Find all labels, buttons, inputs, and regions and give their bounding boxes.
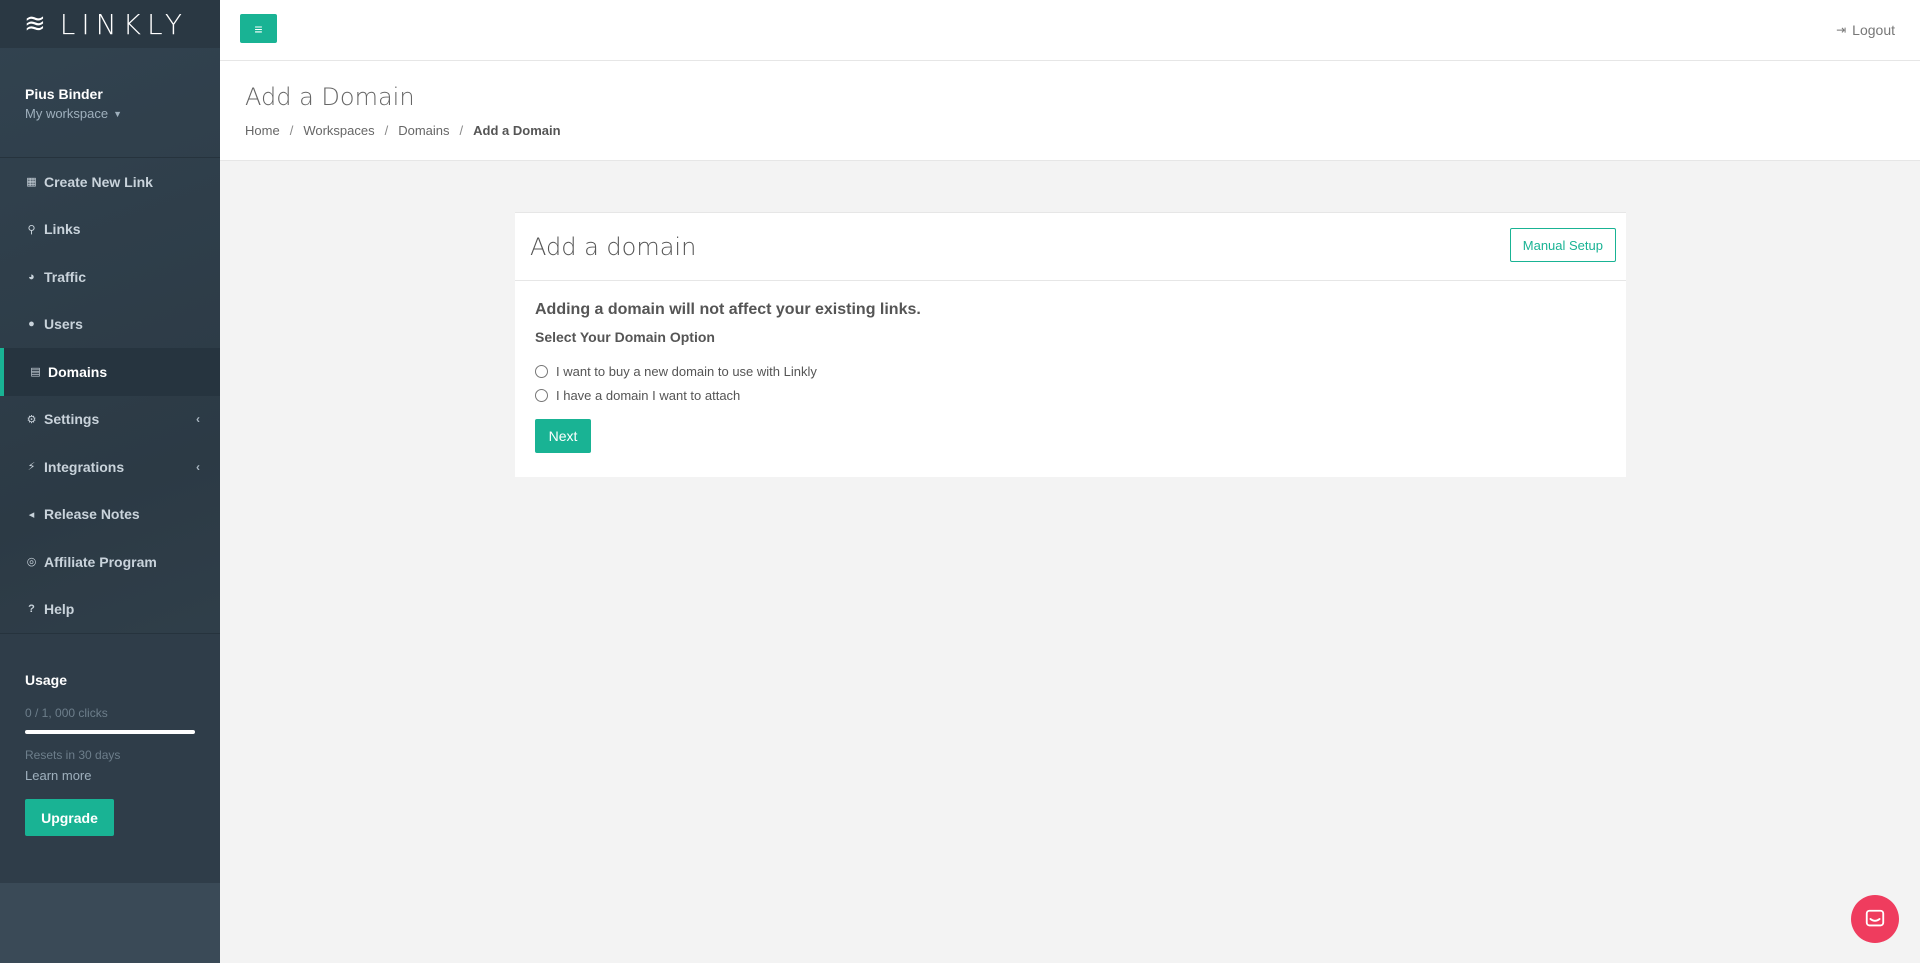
plug-icon: ⚡ bbox=[27, 461, 36, 474]
next-button[interactable]: Next bbox=[535, 419, 591, 453]
bullhorn-icon: ◂ bbox=[28, 508, 35, 521]
add-domain-card: Add a domain Manual Setup Adding a domai… bbox=[515, 212, 1626, 477]
domain-options: I want to buy a new domain to use with L… bbox=[535, 359, 1626, 407]
breadcrumb-home[interactable]: Home bbox=[245, 123, 280, 138]
chat-launcher-button[interactable] bbox=[1851, 895, 1899, 943]
logo[interactable]: ≋ LINKLY bbox=[0, 0, 220, 48]
link-icon: ⚲ bbox=[27, 223, 36, 236]
sidebar-item-traffic[interactable]: ◕ Traffic bbox=[0, 253, 220, 301]
usage-clicks: 0 / 1, 000 clicks bbox=[25, 706, 108, 720]
upgrade-button[interactable]: Upgrade bbox=[25, 799, 114, 836]
sidebar-item-label: Help bbox=[44, 601, 75, 618]
user-block: Pius Binder My workspace ▼ bbox=[0, 48, 220, 158]
option-attach-domain[interactable]: I have a domain I want to attach bbox=[535, 383, 1626, 407]
page-header: Add a Domain Home / Workspaces / Domains… bbox=[220, 61, 1920, 161]
breadcrumb-current: Add a Domain bbox=[473, 123, 561, 138]
usage-progress-bar bbox=[25, 730, 195, 734]
caret-down-icon: ▼ bbox=[113, 108, 122, 119]
sidebar-item-label: Create New Link bbox=[44, 173, 153, 190]
radio-attach-domain[interactable] bbox=[535, 388, 548, 402]
chevron-left-icon: ‹ bbox=[196, 412, 200, 427]
chevron-left-icon: ‹ bbox=[196, 459, 200, 474]
logo-text: LINKLY bbox=[59, 7, 188, 41]
card-header: Add a domain Manual Setup bbox=[515, 213, 1626, 281]
domain-notice: Adding a domain will not affect your exi… bbox=[535, 301, 921, 318]
breadcrumb-domains[interactable]: Domains bbox=[398, 123, 449, 138]
breadcrumb-separator: / bbox=[289, 123, 294, 138]
breadcrumb-separator: / bbox=[459, 123, 464, 138]
workspace-dropdown[interactable]: My workspace ▼ bbox=[25, 106, 220, 121]
user-name: Pius Binder bbox=[25, 86, 103, 102]
sidebar-item-label: Release Notes bbox=[44, 506, 140, 523]
gears-icon: ⚙ bbox=[26, 413, 37, 426]
question-icon: ? bbox=[28, 603, 35, 616]
sidebar: ≋ LINKLY Pius Binder My workspace ▼ ▦ Cr… bbox=[0, 0, 220, 963]
radio-buy-domain[interactable] bbox=[535, 364, 548, 378]
sidebar-item-create-new-link[interactable]: ▦ Create New Link bbox=[0, 158, 220, 206]
server-icon: ▤ bbox=[30, 366, 41, 379]
handshake-icon: ◎ bbox=[26, 556, 37, 569]
sidebar-item-help[interactable]: ? Help bbox=[0, 586, 220, 634]
sidebar-item-label: Users bbox=[44, 316, 83, 333]
topbar: ≡ ⇥ Logout bbox=[220, 0, 1920, 61]
user-icon: ● bbox=[28, 318, 35, 331]
sidebar-item-integrations[interactable]: ⚡ Integrations ‹ bbox=[0, 443, 220, 491]
card-title: Add a domain bbox=[530, 233, 697, 261]
sidebar-item-settings[interactable]: ⚙ Settings ‹ bbox=[0, 396, 220, 444]
sidebar-item-label: Affiliate Program bbox=[44, 553, 157, 570]
option-label: I have a domain I want to attach bbox=[556, 387, 741, 403]
workspace-label: My workspace bbox=[25, 106, 109, 121]
sidebar-item-links[interactable]: ⚲ Links bbox=[0, 206, 220, 254]
card-body: Adding a domain will not affect your exi… bbox=[515, 281, 1626, 453]
breadcrumb-workspaces[interactable]: Workspaces bbox=[303, 123, 374, 138]
usage-reset-text: Resets in 30 days bbox=[25, 748, 121, 762]
breadcrumb-separator: / bbox=[384, 123, 389, 138]
option-label: I want to buy a new domain to use with L… bbox=[556, 363, 817, 379]
sidebar-item-users[interactable]: ● Users bbox=[0, 301, 220, 349]
sidebar-item-label: Traffic bbox=[44, 268, 87, 285]
sidebar-nav: ▦ Create New Link ⚲ Links ◕ Traffic ● Us… bbox=[0, 158, 220, 633]
pie-chart-icon: ◕ bbox=[28, 270, 35, 283]
sign-out-icon: ⇥ bbox=[1836, 23, 1847, 37]
hamburger-icon: ≡ bbox=[254, 20, 263, 37]
logout-link[interactable]: ⇥ Logout bbox=[1836, 22, 1895, 38]
sidebar-item-label: Integrations bbox=[44, 458, 125, 475]
sidebar-top: ≋ LINKLY Pius Binder My workspace ▼ ▦ Cr… bbox=[0, 0, 220, 883]
logo-waves-icon: ≋ bbox=[24, 9, 46, 39]
sidebar-item-release-notes[interactable]: ◂ Release Notes bbox=[0, 491, 220, 539]
select-domain-option-title: Select Your Domain Option bbox=[535, 329, 715, 345]
learn-more-link[interactable]: Learn more bbox=[25, 768, 220, 783]
dashboard-icon: ▦ bbox=[26, 176, 37, 189]
manual-setup-button[interactable]: Manual Setup bbox=[1509, 228, 1616, 262]
page-title: Add a Domain bbox=[245, 83, 415, 111]
sidebar-item-domains[interactable]: ▤ Domains bbox=[0, 348, 220, 396]
usage-title: Usage bbox=[25, 672, 68, 688]
sidebar-item-label: Links bbox=[44, 221, 81, 238]
sidebar-item-label: Settings bbox=[44, 411, 100, 428]
chat-bubble-icon bbox=[1865, 909, 1885, 927]
option-buy-domain[interactable]: I want to buy a new domain to use with L… bbox=[535, 359, 1626, 383]
breadcrumb: Home / Workspaces / Domains / Add a Doma… bbox=[245, 123, 1920, 138]
usage-panel: Usage 0 / 1, 000 clicks Resets in 30 day… bbox=[0, 633, 220, 883]
logout-label: Logout bbox=[1852, 22, 1895, 38]
sidebar-item-affiliate-program[interactable]: ◎ Affiliate Program bbox=[0, 538, 220, 586]
menu-toggle-button[interactable]: ≡ bbox=[240, 14, 277, 43]
sidebar-item-label: Domains bbox=[48, 363, 108, 380]
